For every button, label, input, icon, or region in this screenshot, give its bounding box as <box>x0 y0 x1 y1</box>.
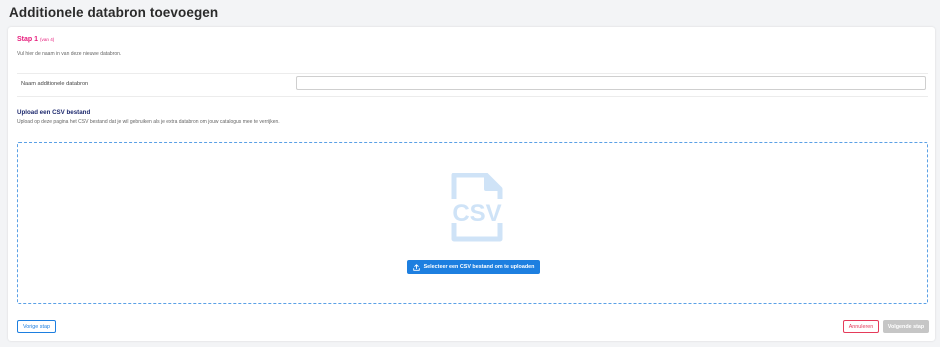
select-csv-button-label: Selecteer een CSV bestand om te uploaden <box>423 264 535 270</box>
upload-section-title: Upload een CSV bestand <box>17 109 91 116</box>
step-description: Vul hier de naam in van deze nieuwe data… <box>17 51 122 57</box>
step-count: (van 4) <box>40 37 55 42</box>
cancel-button[interactable]: Annuleren <box>843 320 879 333</box>
csv-icon-text: CSV <box>452 200 501 227</box>
csv-dropzone[interactable]: CSV Selecteer een CSV bestand om te uplo… <box>17 142 928 304</box>
divider <box>17 96 928 97</box>
wizard-card: Stap 1 (van 4) Vul hier de naam in van de… <box>8 27 935 341</box>
previous-step-button[interactable]: Vorige stap <box>17 320 56 333</box>
step-indicator: Stap 1 (van 4) <box>17 36 54 43</box>
next-step-button[interactable]: Volgende stap <box>883 320 929 333</box>
name-input[interactable] <box>296 76 926 90</box>
upload-section-description: Upload op deze pagina het CSV bestand da… <box>17 119 280 125</box>
csv-file-icon: CSV <box>446 173 508 242</box>
step-label: Stap 1 <box>17 36 39 43</box>
page-title: Additionele databron toevoegen <box>9 5 219 20</box>
select-csv-button[interactable]: Selecteer een CSV bestand om te uploaden <box>407 260 540 274</box>
divider <box>17 73 928 74</box>
upload-icon <box>412 263 420 271</box>
name-field-label: Naam additionele databron <box>21 81 89 87</box>
